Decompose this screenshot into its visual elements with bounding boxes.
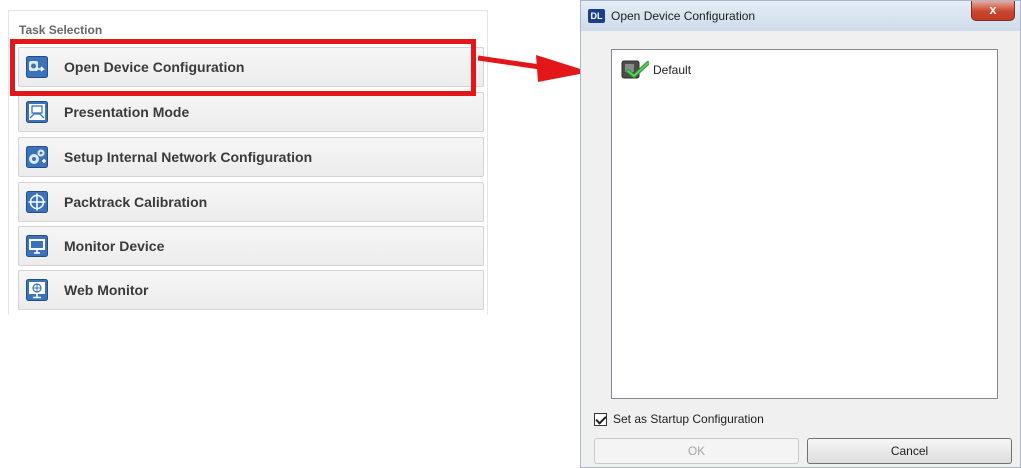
highlight-box: [10, 39, 476, 96]
setup-internal-network-configuration-button[interactable]: Setup Internal Network Configuration: [18, 137, 484, 177]
app-logo-icon: DL: [588, 9, 605, 23]
dialog-titlebar[interactable]: DL Open Device Configuration x: [581, 1, 1020, 31]
ok-button[interactable]: OK: [594, 438, 799, 464]
task-item-label: Monitor Device: [64, 238, 165, 254]
presentation-mode-button[interactable]: Presentation Mode: [18, 92, 484, 132]
task-item-label: Packtrack Calibration: [64, 194, 208, 210]
presentation-mode-icon: [26, 101, 48, 123]
list-item[interactable]: Default: [621, 59, 691, 81]
dialog-body: Default Set as Startup Configuration OK …: [581, 31, 1020, 467]
task-item-label: Web Monitor: [64, 282, 149, 298]
network-config-icon: [26, 146, 48, 168]
checkmark-icon: [595, 412, 607, 425]
close-button[interactable]: x: [971, 1, 1015, 21]
startup-checkbox-label[interactable]: Set as Startup Configuration: [613, 412, 764, 426]
cancel-button[interactable]: Cancel: [807, 438, 1012, 464]
monitor-icon: [26, 235, 48, 257]
task-item-label: Presentation Mode: [64, 104, 190, 120]
startup-checkbox-row[interactable]: Set as Startup Configuration: [594, 412, 764, 426]
monitor-device-button[interactable]: Monitor Device: [18, 226, 484, 266]
config-item-label: Default: [653, 63, 692, 77]
task-selection-title: Task Selection: [19, 23, 103, 37]
default-config-icon: [621, 60, 649, 79]
configuration-list[interactable]: Default: [611, 49, 998, 399]
web-monitor-icon: [26, 279, 48, 301]
web-monitor-button[interactable]: Web Monitor: [18, 270, 484, 310]
crosshair-icon: [26, 191, 48, 213]
startup-checkbox[interactable]: [594, 412, 607, 426]
packtrack-calibration-button[interactable]: Packtrack Calibration: [18, 182, 484, 222]
task-item-label: Setup Internal Network Configuration: [64, 149, 313, 165]
arrow-icon: [478, 55, 590, 82]
open-device-configuration-dialog: DL Open Device Configuration x Default S…: [580, 0, 1021, 468]
dialog-title: Open Device Configuration: [611, 9, 756, 23]
